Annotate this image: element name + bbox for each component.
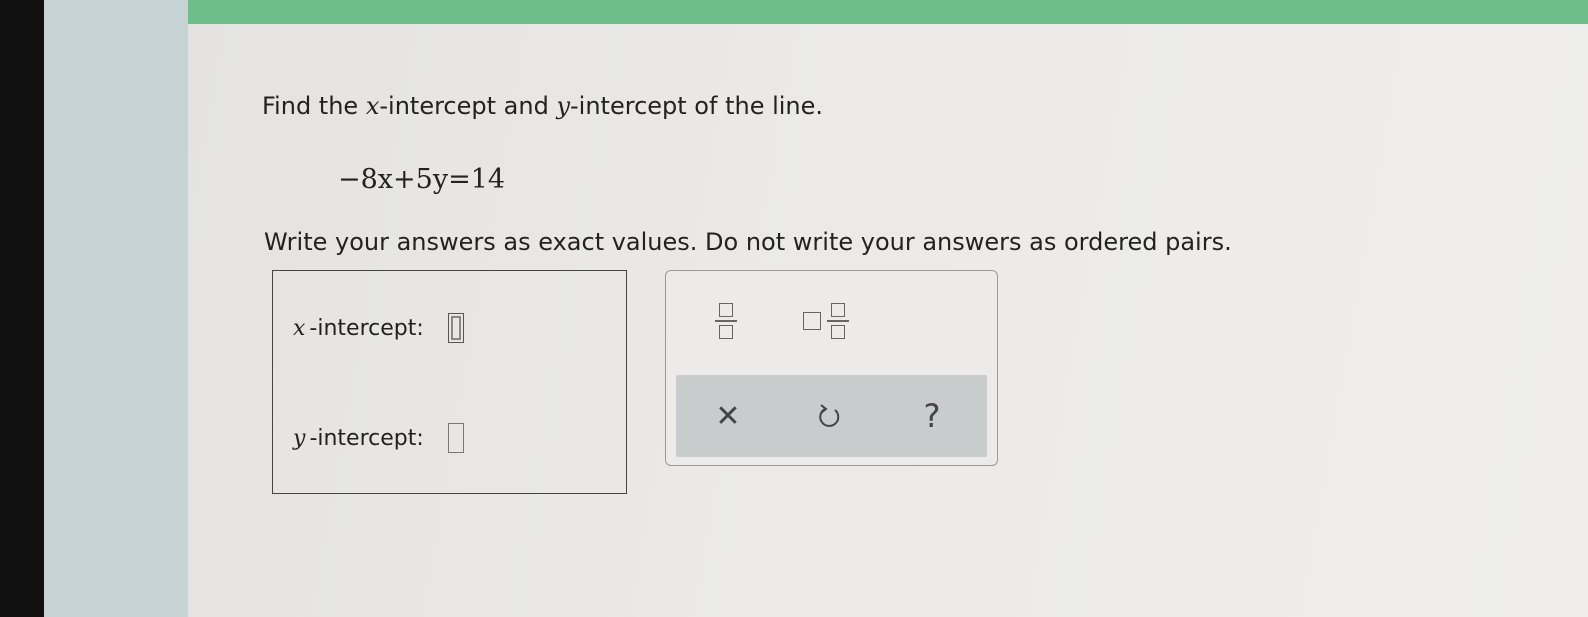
- prompt-y-var: y: [556, 92, 571, 120]
- help-icon: ?: [923, 397, 941, 435]
- question-prompt: Find the x-intercept and y-intercept of …: [262, 92, 823, 120]
- y-intercept-row: y -intercept:: [293, 423, 464, 453]
- top-header-bar: [188, 0, 1588, 24]
- answer-instruction: Write your answers as exact values. Do n…: [264, 228, 1232, 256]
- left-sidebar: [44, 0, 204, 617]
- undo-button[interactable]: [800, 375, 860, 457]
- line-equation: −8x+5y=14: [338, 164, 506, 195]
- prompt-text-1: Find the: [262, 92, 366, 120]
- prompt-text-2: -intercept and: [379, 92, 557, 120]
- math-palette: ✕ ?: [665, 270, 998, 466]
- x-intercept-row: x -intercept:: [293, 313, 464, 343]
- palette-action-bar: ✕ ?: [676, 375, 987, 457]
- fraction-icon: [715, 303, 737, 339]
- close-icon: ✕: [715, 398, 741, 434]
- mixed-number-icon: [827, 303, 849, 339]
- fraction-button[interactable]: [706, 291, 746, 351]
- x-intercept-label: -intercept:: [309, 315, 424, 341]
- clear-button[interactable]: ✕: [698, 375, 758, 457]
- answer-box: x -intercept: y -intercept:: [272, 270, 627, 494]
- prompt-text-3: -intercept of the line.: [570, 92, 824, 120]
- prompt-x-var: x: [365, 92, 380, 120]
- mixed-number-button[interactable]: [791, 291, 861, 351]
- x-intercept-input[interactable]: [447, 313, 464, 343]
- y-intercept-label: -intercept:: [309, 425, 424, 451]
- y-intercept-input[interactable]: [447, 423, 464, 453]
- help-button[interactable]: ?: [902, 375, 962, 457]
- y-intercept-var: y: [293, 425, 306, 451]
- x-intercept-var: x: [293, 315, 306, 341]
- mixed-number-whole-icon: [803, 312, 821, 330]
- undo-icon: [819, 404, 840, 427]
